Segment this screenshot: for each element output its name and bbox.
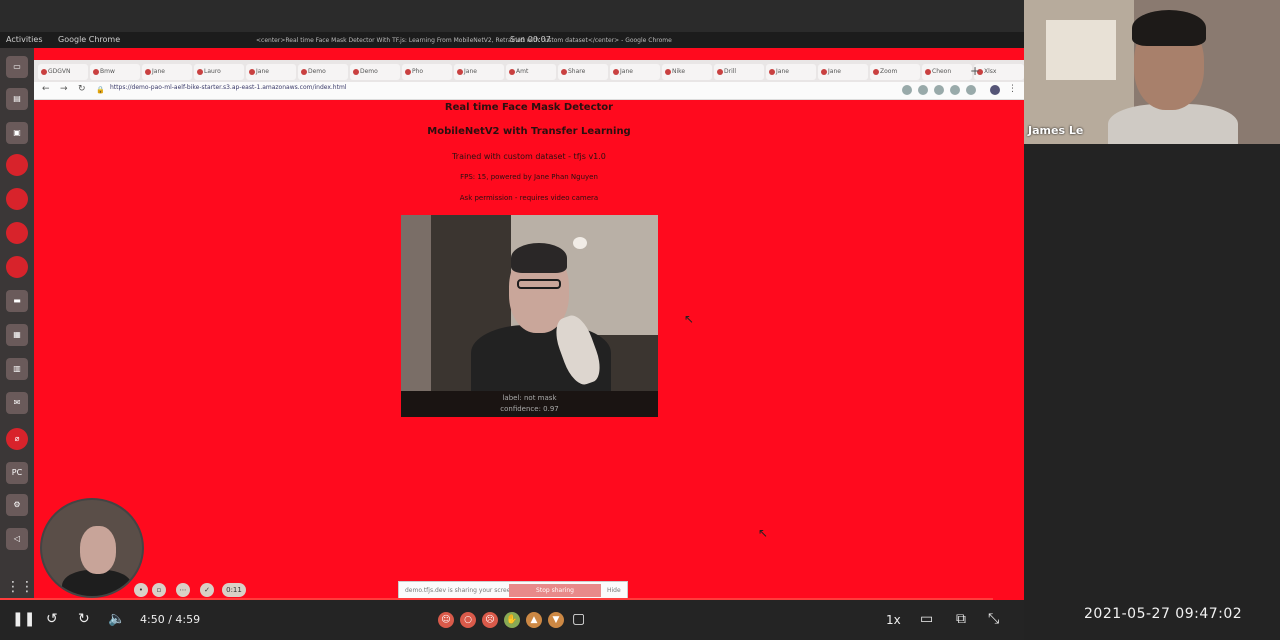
playback-time: 4:50 / 4:59 (140, 613, 201, 626)
detection-confidence: confidence: 0.97 (500, 405, 559, 413)
extension-icon[interactable] (934, 85, 944, 95)
dock-browser-icon[interactable]: ▣ (6, 122, 28, 144)
volume-icon[interactable]: 🔈 (108, 611, 125, 627)
profile-avatar[interactable] (990, 85, 1000, 95)
extension-icon[interactable] (918, 85, 928, 95)
address-bar: ← → ↻ 🔒 https://demo-pao-ml-aelf-bike-st… (34, 82, 1024, 100)
playback-speed[interactable]: 1x (886, 613, 901, 627)
new-tab-button[interactable]: + (970, 64, 980, 78)
extension-icon[interactable] (902, 85, 912, 95)
mic-icon[interactable]: • (134, 583, 148, 597)
participant-video: James Le (1024, 0, 1280, 144)
forward-icon[interactable]: ↻ (78, 611, 90, 627)
thumbs-up-icon[interactable]: ▲ (526, 612, 542, 628)
recording-timestamp: 2021-05-27 09:47:02 (1084, 606, 1243, 622)
dock-monitor-icon[interactable]: ▬ (6, 290, 28, 312)
activities-button[interactable]: Activities (6, 35, 43, 44)
detection-label: label: not mask (502, 394, 557, 402)
tab-strip: GDGVN Bmw Jane Lauro Jane Demo Demo Pho Jane Amt S… (34, 60, 1024, 82)
self-view-camera[interactable] (40, 498, 144, 598)
menu-icon[interactable]: ⋮ (1008, 84, 1017, 94)
share-notice-text: demo.tfjs.dev is sharing your screen. (405, 587, 517, 594)
reload-icon[interactable]: ↻ (78, 84, 86, 94)
app-root: Activities Google Chrome Sun 00:07 <cent… (0, 0, 1280, 640)
comment-icon[interactable]: ▢ (572, 611, 585, 627)
dock-calc-icon[interactable]: ▥ (6, 358, 28, 380)
browser-tab[interactable]: Demo (350, 64, 400, 80)
browser-tab[interactable]: Demo (298, 64, 348, 80)
app-menu[interactable]: Google Chrome (58, 35, 120, 44)
hide-button[interactable]: Hide (607, 587, 621, 594)
rewind-icon[interactable]: ↺ (46, 611, 58, 627)
wow-reaction-icon[interactable]: ○ (460, 612, 476, 628)
participant-name: James Le (1028, 124, 1084, 137)
browser-tab[interactable]: Bmw (90, 64, 140, 80)
browser-tab[interactable]: Amt (506, 64, 556, 80)
browser-tab[interactable]: Jane (610, 64, 660, 80)
browser-tab[interactable]: Share (558, 64, 608, 80)
os-top-bar: Activities Google Chrome Sun 00:07 <cent… (0, 32, 1024, 48)
browser-tab[interactable]: Jane (142, 64, 192, 80)
extension-icon[interactable] (966, 85, 976, 95)
browser-window: GDGVN Bmw Jane Lauro Jane Demo Demo Pho Jane Amt S… (34, 48, 1024, 600)
screen-share-notice: demo.tfjs.dev is sharing your screen. St… (398, 581, 628, 599)
page-heading: Real time Face Mask Detector (444, 102, 614, 113)
browser-tab[interactable]: Jane (246, 64, 296, 80)
dock-app-icon[interactable] (6, 256, 28, 278)
video-icon[interactable]: ▫ (152, 583, 166, 597)
browser-tab[interactable]: GDGVN (38, 64, 88, 80)
browser-tab[interactable]: Pho (402, 64, 452, 80)
dock-chrome-icon[interactable] (6, 154, 28, 176)
dock-settings-gear-icon[interactable]: ⚙ (6, 494, 28, 516)
check-icon[interactable]: ✓ (200, 583, 214, 597)
more-icon[interactable]: ⋯ (176, 583, 190, 597)
dock-mail-icon[interactable]: ✉ (6, 392, 28, 414)
dock-vscode-icon[interactable]: ◁ (6, 528, 28, 550)
mouse-cursor-icon: ↖ (758, 526, 769, 540)
lock-icon: 🔒 (96, 86, 105, 94)
url-input[interactable]: https://demo-pao-ml-aelf-bike-starter.s3… (110, 84, 346, 91)
extension-icon[interactable] (950, 85, 960, 95)
dock-files-icon[interactable]: ▭ (6, 56, 28, 78)
dock-firefox-icon[interactable]: ⌀ (6, 428, 28, 450)
browser-tab[interactable]: Xlsx (974, 64, 1024, 80)
stop-sharing-button[interactable]: Stop sharing (509, 584, 601, 597)
dock-git-icon[interactable] (6, 188, 28, 210)
browser-tab[interactable]: Cheon (922, 64, 972, 80)
back-icon[interactable]: ← (42, 84, 50, 94)
theater-mode-icon[interactable]: ▭ (920, 611, 933, 627)
browser-tab[interactable]: Nike (662, 64, 712, 80)
dock-settings-icon[interactable] (6, 222, 28, 244)
forward-icon[interactable]: → (60, 84, 68, 94)
page-info-line: FPS: 15, powered by Jane Phan Nguyen (460, 173, 598, 181)
browser-tab[interactable]: Jane (454, 64, 504, 80)
window-title: <center>Real time Face Mask Detector Wit… (256, 37, 672, 44)
browser-tab[interactable]: Drill (714, 64, 764, 80)
sad-reaction-icon[interactable]: ☹ (482, 612, 498, 628)
self-timer: 0:11 (222, 583, 246, 597)
page-info-line: Ask permission - requires video camera (459, 194, 599, 202)
dock-pycharm-icon[interactable]: PC (6, 462, 28, 484)
browser-tab[interactable]: Jane (766, 64, 816, 80)
page-info-line: Trained with custom dataset - tfjs v1.0 (452, 152, 606, 161)
mouse-cursor-icon: ↖ (684, 312, 695, 326)
dock: ▭ ▤ ▣ ▬ ▦ ▥ ✉ ⌀ PC ⚙ ◁ ⋮⋮ (0, 48, 34, 600)
browser-tab[interactable]: Lauro (194, 64, 244, 80)
apps-grid-icon[interactable]: ⋮⋮ (6, 576, 34, 598)
webcam-feed: label: not mask confidence: 0.97 (401, 215, 658, 417)
browser-tab[interactable]: Zoom (870, 64, 920, 80)
page-subheading: MobileNetV2 with Transfer Learning (427, 126, 631, 137)
miniplayer-icon[interactable]: ⧉ (956, 611, 966, 627)
laugh-reaction-icon[interactable]: ☺ (438, 612, 454, 628)
shared-screen: Activities Google Chrome Sun 00:07 <cent… (0, 0, 1024, 600)
exit-fullscreen-icon[interactable]: ⤡ (988, 611, 999, 627)
pause-icon[interactable]: ❚❚ (12, 611, 35, 627)
thumbs-down-icon[interactable]: ▼ (548, 612, 564, 628)
clap-reaction-icon[interactable]: ✋ (504, 612, 520, 628)
dock-text-icon[interactable]: ▦ (6, 324, 28, 346)
browser-tab[interactable]: Jane (818, 64, 868, 80)
dock-terminal-icon[interactable]: ▤ (6, 88, 28, 110)
detection-caption: label: not mask confidence: 0.97 (401, 391, 658, 417)
player-controls: ❚❚ ↺ ↻ 🔈 4:50 / 4:59 ☺ ○ ☹ ✋ ▲ ▼ ▢ 1x ▭ … (0, 600, 1024, 640)
